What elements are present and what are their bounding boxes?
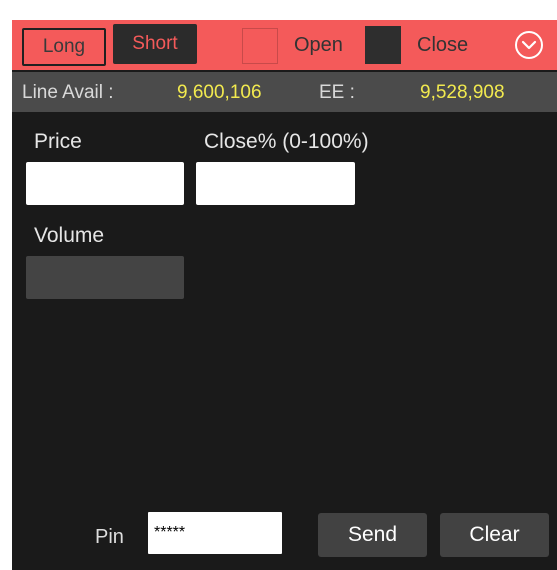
price-input[interactable] (26, 162, 184, 205)
line-avail-label: Line Avail : (22, 82, 114, 103)
close-percent-label: Close% (0-100%) (204, 130, 369, 153)
short-button[interactable]: Short (113, 24, 197, 64)
open-label: Open (294, 34, 343, 56)
price-label: Price (34, 130, 82, 153)
clear-button[interactable]: Clear (440, 513, 549, 557)
chevron-down-circle-icon[interactable] (514, 30, 544, 60)
ee-label: EE : (319, 82, 355, 103)
volume-input[interactable] (26, 256, 184, 299)
pin-label: Pin (95, 526, 124, 548)
order-panel: Long Short Open Close Line Avail : 9,600… (12, 0, 557, 570)
account-info-bar: Line Avail : 9,600,106 EE : 9,528,908 (12, 72, 557, 112)
pin-input[interactable]: ***** (148, 512, 282, 554)
close-percent-input[interactable] (196, 162, 355, 205)
ee-value: 9,528,908 (420, 82, 505, 103)
send-button[interactable]: Send (318, 513, 427, 557)
open-checkbox[interactable] (242, 28, 278, 64)
order-header: Long Short Open Close (12, 20, 557, 70)
top-strip (12, 0, 557, 20)
close-checkbox[interactable] (365, 26, 401, 64)
long-button[interactable]: Long (22, 28, 106, 66)
close-label: Close (417, 34, 469, 56)
line-avail-value: 9,600,106 (177, 82, 262, 103)
volume-label: Volume (34, 224, 105, 247)
